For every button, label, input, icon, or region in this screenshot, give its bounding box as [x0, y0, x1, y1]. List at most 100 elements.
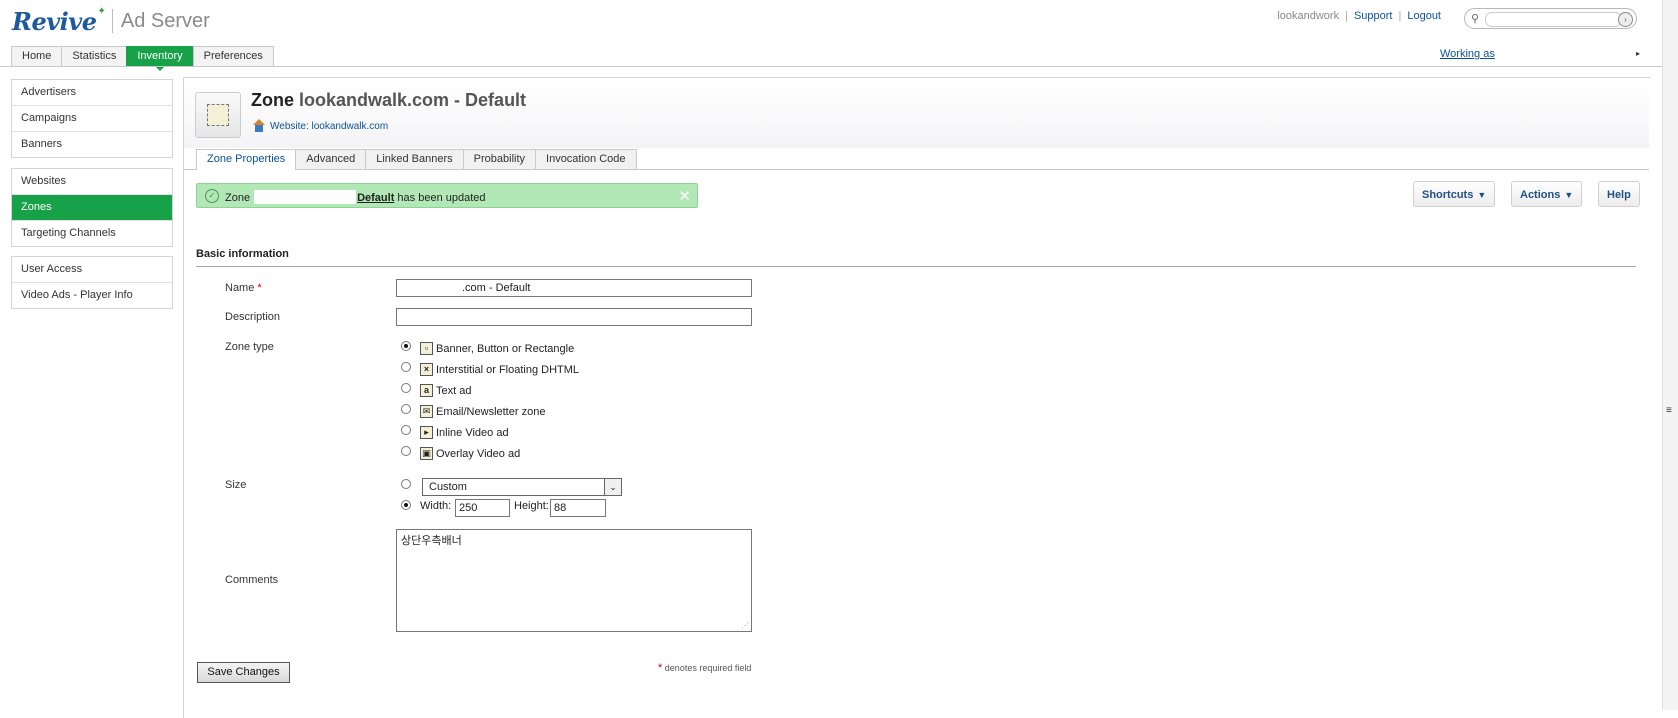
search-box[interactable]: ⚲ › [1464, 8, 1637, 29]
sidebar-item-user-access[interactable]: User Access [12, 257, 172, 282]
height-input[interactable]: 88 [550, 499, 606, 517]
comments-textarea[interactable]: 상단우측배너 ⋰ [396, 529, 752, 632]
section-title: Basic information [196, 248, 289, 260]
help-button[interactable]: Help [1598, 181, 1640, 207]
actions-button[interactable]: Actions ▼ [1511, 181, 1583, 207]
size-radio-custom[interactable] [401, 500, 411, 510]
website-link-row: Website: lookandwalk.com [252, 119, 388, 133]
width-input[interactable]: 250 [455, 499, 510, 517]
working-as-arrow-icon[interactable]: ▸ [1636, 49, 1640, 58]
zone-type-option-overlay-video[interactable]: ▣ Overlay Video ad [420, 447, 520, 460]
description-label: Description [225, 311, 281, 323]
save-button[interactable]: Save Changes [197, 662, 290, 683]
zone-type-radio-overlay-video[interactable] [401, 446, 411, 456]
overlay-video-icon: ▣ [420, 447, 433, 460]
required-mark: * [658, 662, 663, 674]
zone-icon [195, 92, 241, 138]
sidebar-group-ads: Advertisers Campaigns Banners [11, 79, 173, 158]
zone-type-radio-email[interactable] [401, 404, 411, 414]
zone-type-radio-interstitial[interactable] [401, 362, 411, 372]
scrollbar[interactable] [1662, 0, 1678, 710]
notice-zone-link[interactable]: Default [357, 192, 394, 204]
tab-zone-properties[interactable]: Zone Properties [196, 149, 297, 170]
zone-type-interstitial-label: Interstitial or Floating DHTML [436, 363, 580, 376]
zone-type-label: Zone type [225, 341, 274, 353]
width-label: Width: [420, 500, 452, 512]
working-as-link[interactable]: Working as [1440, 48, 1495, 60]
sidebar-group-other: User Access Video Ads - Player Info [11, 256, 173, 309]
description-input[interactable] [396, 308, 752, 326]
logo-divider [111, 9, 113, 33]
notice-suffix: has been updated [397, 192, 486, 204]
tab-inventory[interactable]: Inventory [126, 46, 194, 71]
zone-type-email-label: Email/Newsletter zone [436, 405, 546, 418]
sidebar-item-advertisers[interactable]: Advertisers [12, 80, 172, 105]
logout-link[interactable]: Logout [1407, 10, 1441, 22]
zone-type-radio-text[interactable] [401, 383, 411, 393]
zone-type-option-email[interactable]: ✉ Email/Newsletter zone [420, 405, 545, 418]
required-mark: * [257, 282, 262, 294]
tab-advanced[interactable]: Advanced [295, 149, 367, 169]
search-input[interactable] [1485, 12, 1622, 27]
redacted-text [254, 190, 357, 204]
zone-type-text-label: Text ad [436, 384, 472, 397]
chevron-down-icon: ▼ [1477, 190, 1487, 200]
email-icon: ✉ [420, 405, 433, 418]
interstitial-icon: × [420, 363, 433, 376]
update-notice: ✓ Zone Default has been updated ✕ [196, 183, 698, 208]
check-icon: ✓ [205, 189, 219, 203]
sidebar-item-banners[interactable]: Banners [12, 131, 172, 157]
tab-probability[interactable]: Probability [462, 149, 537, 169]
zone-type-option-inline-video[interactable]: ▸ Inline Video ad [420, 426, 509, 439]
sidebar-item-targeting-channels[interactable]: Targeting Channels [12, 220, 172, 246]
zone-type-radio-inline-video[interactable] [401, 425, 411, 435]
separator: | [1345, 10, 1348, 22]
size-radio-preset[interactable] [401, 479, 411, 489]
page-title-name: lookandwalk.com - Default [299, 90, 527, 110]
zone-type-banner-label: Banner, Button or Rectangle [436, 342, 575, 355]
shortcuts-button[interactable]: Shortcuts ▼ [1413, 181, 1496, 207]
logo-star-icon: ✦ [97, 5, 106, 17]
zone-type-option-banner[interactable]: ▫ Banner, Button or Rectangle [420, 342, 574, 355]
zone-type-inline-video-label: Inline Video ad [436, 426, 509, 439]
tab-home[interactable]: Home [11, 46, 63, 66]
section-divider [196, 266, 1636, 267]
close-icon[interactable]: ✕ [678, 187, 691, 205]
tab-statistics[interactable]: Statistics [61, 46, 128, 66]
zone-type-option-text[interactable]: a Text ad [420, 384, 471, 397]
tab-linked-banners[interactable]: Linked Banners [365, 149, 464, 169]
support-link[interactable]: Support [1354, 10, 1393, 22]
sidebar-group-sites: Websites Zones Targeting Channels [11, 168, 173, 247]
website-link[interactable]: Website: lookandwalk.com [270, 121, 388, 132]
size-select[interactable]: Custom ⌄ [422, 478, 622, 496]
zone-type-overlay-video-label: Overlay Video ad [436, 447, 521, 460]
notice-prefix: Zone [225, 192, 251, 204]
logo-product: Ad Server [120, 9, 210, 32]
separator: | [1398, 10, 1402, 22]
zone-type-option-interstitial[interactable]: × Interstitial or Floating DHTML [420, 363, 579, 376]
tab-preferences[interactable]: Preferences [192, 46, 274, 66]
sidebar-item-zones[interactable]: Zones [12, 194, 172, 220]
search-go-icon[interactable]: › [1618, 12, 1633, 27]
header-divider [0, 66, 1662, 67]
current-user: lookandwork [1277, 10, 1340, 22]
website-house-icon [252, 119, 266, 133]
comments-text: 상단우측배너 [401, 534, 462, 547]
required-note: * denotes required field [658, 662, 751, 674]
page-title: Zone lookandwalk.com - Default [251, 90, 526, 111]
height-label: Height: [514, 500, 549, 512]
sidebar-item-websites[interactable]: Websites [12, 169, 172, 194]
actions-label: Actions [1520, 189, 1561, 201]
resize-grip-icon[interactable]: ⋰ [741, 621, 749, 630]
chevron-down-icon[interactable]: ⌄ [604, 479, 621, 495]
name-label-text: Name [225, 282, 255, 294]
tab-invocation-code[interactable]: Invocation Code [535, 149, 637, 169]
sidebar-item-video-ads[interactable]: Video Ads - Player Info [12, 282, 172, 308]
scrollbar-grip-icon[interactable]: ≡ [1666, 406, 1672, 416]
zone-type-radio-banner[interactable] [401, 341, 411, 351]
sidebar-item-campaigns[interactable]: Campaigns [12, 105, 172, 131]
logo[interactable]: Revive ✦ Ad Server [12, 4, 210, 38]
chevron-down-icon: ▼ [1564, 190, 1574, 200]
name-input[interactable]: .com - Default [396, 279, 752, 297]
main-nav: Home Statistics Inventory Preferences [11, 46, 274, 71]
